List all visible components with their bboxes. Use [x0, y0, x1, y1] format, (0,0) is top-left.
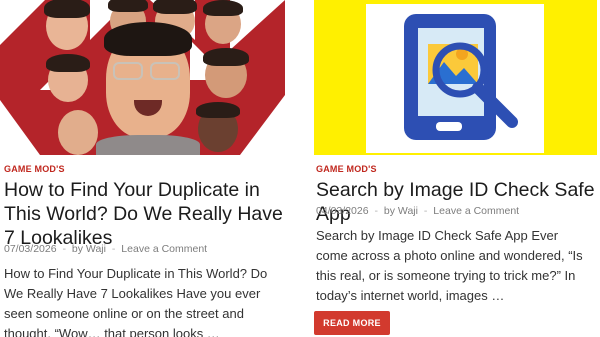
meta-separator: - [111, 243, 116, 255]
post-title[interactable]: Search by Image ID Check Safe App [316, 178, 599, 226]
post-title[interactable]: How to Find Your Duplicate in This World… [4, 178, 285, 250]
leave-comment-link[interactable]: Leave a Comment [121, 243, 207, 255]
shirt-shape [96, 135, 200, 155]
face-image [58, 110, 98, 155]
hair-shape [104, 22, 192, 56]
image-search-tablet-icon [404, 14, 518, 140]
meta-separator: - [374, 205, 378, 217]
meta-separator: - [62, 243, 66, 255]
post-by-label: by [383, 205, 395, 217]
leave-comment-link[interactable]: Leave a Comment [433, 205, 519, 217]
hair-shape [203, 0, 243, 16]
hair-shape [153, 0, 197, 14]
post-card-1: GAME MOD'S How to Find Your Duplicate in… [0, 0, 285, 337]
hair-shape [108, 0, 148, 12]
post-meta: 04/03/2026 - by Waji - Leave a Comment [316, 205, 519, 217]
pattern-shape [0, 0, 45, 45]
glasses-shape [113, 62, 143, 80]
post-excerpt: Search by Image ID Check Safe App Ever c… [316, 228, 583, 303]
read-more-button[interactable]: READ MORE [314, 311, 390, 335]
hair-shape [46, 54, 90, 72]
post-excerpt: How to Find Your Duplicate in This World… [4, 266, 268, 337]
pattern-shape [0, 100, 40, 155]
pattern-shape [240, 95, 285, 155]
post-thumbnail-1[interactable] [0, 0, 285, 155]
post-category[interactable]: GAME MOD'S [316, 164, 377, 174]
hair-shape [196, 102, 240, 118]
thumbnail-frame [366, 4, 544, 153]
glasses-shape [150, 62, 180, 80]
post-date[interactable]: 04/03/2026 [316, 205, 369, 217]
hair-shape [44, 0, 90, 18]
meta-separator: - [423, 205, 428, 217]
hair-shape [203, 48, 249, 66]
post-category[interactable]: GAME MOD'S [4, 164, 65, 174]
post-card-2: GAME MOD'S Search by Image ID Check Safe… [314, 0, 597, 335]
post-date[interactable]: 07/03/2026 [4, 243, 57, 255]
post-author[interactable]: Waji [86, 243, 106, 255]
post-thumbnail-2[interactable] [314, 0, 597, 155]
post-by-label: by [71, 243, 83, 255]
post-author[interactable]: Waji [398, 205, 418, 217]
post-meta: 07/03/2026 - by Waji - Leave a Comment [4, 243, 207, 255]
